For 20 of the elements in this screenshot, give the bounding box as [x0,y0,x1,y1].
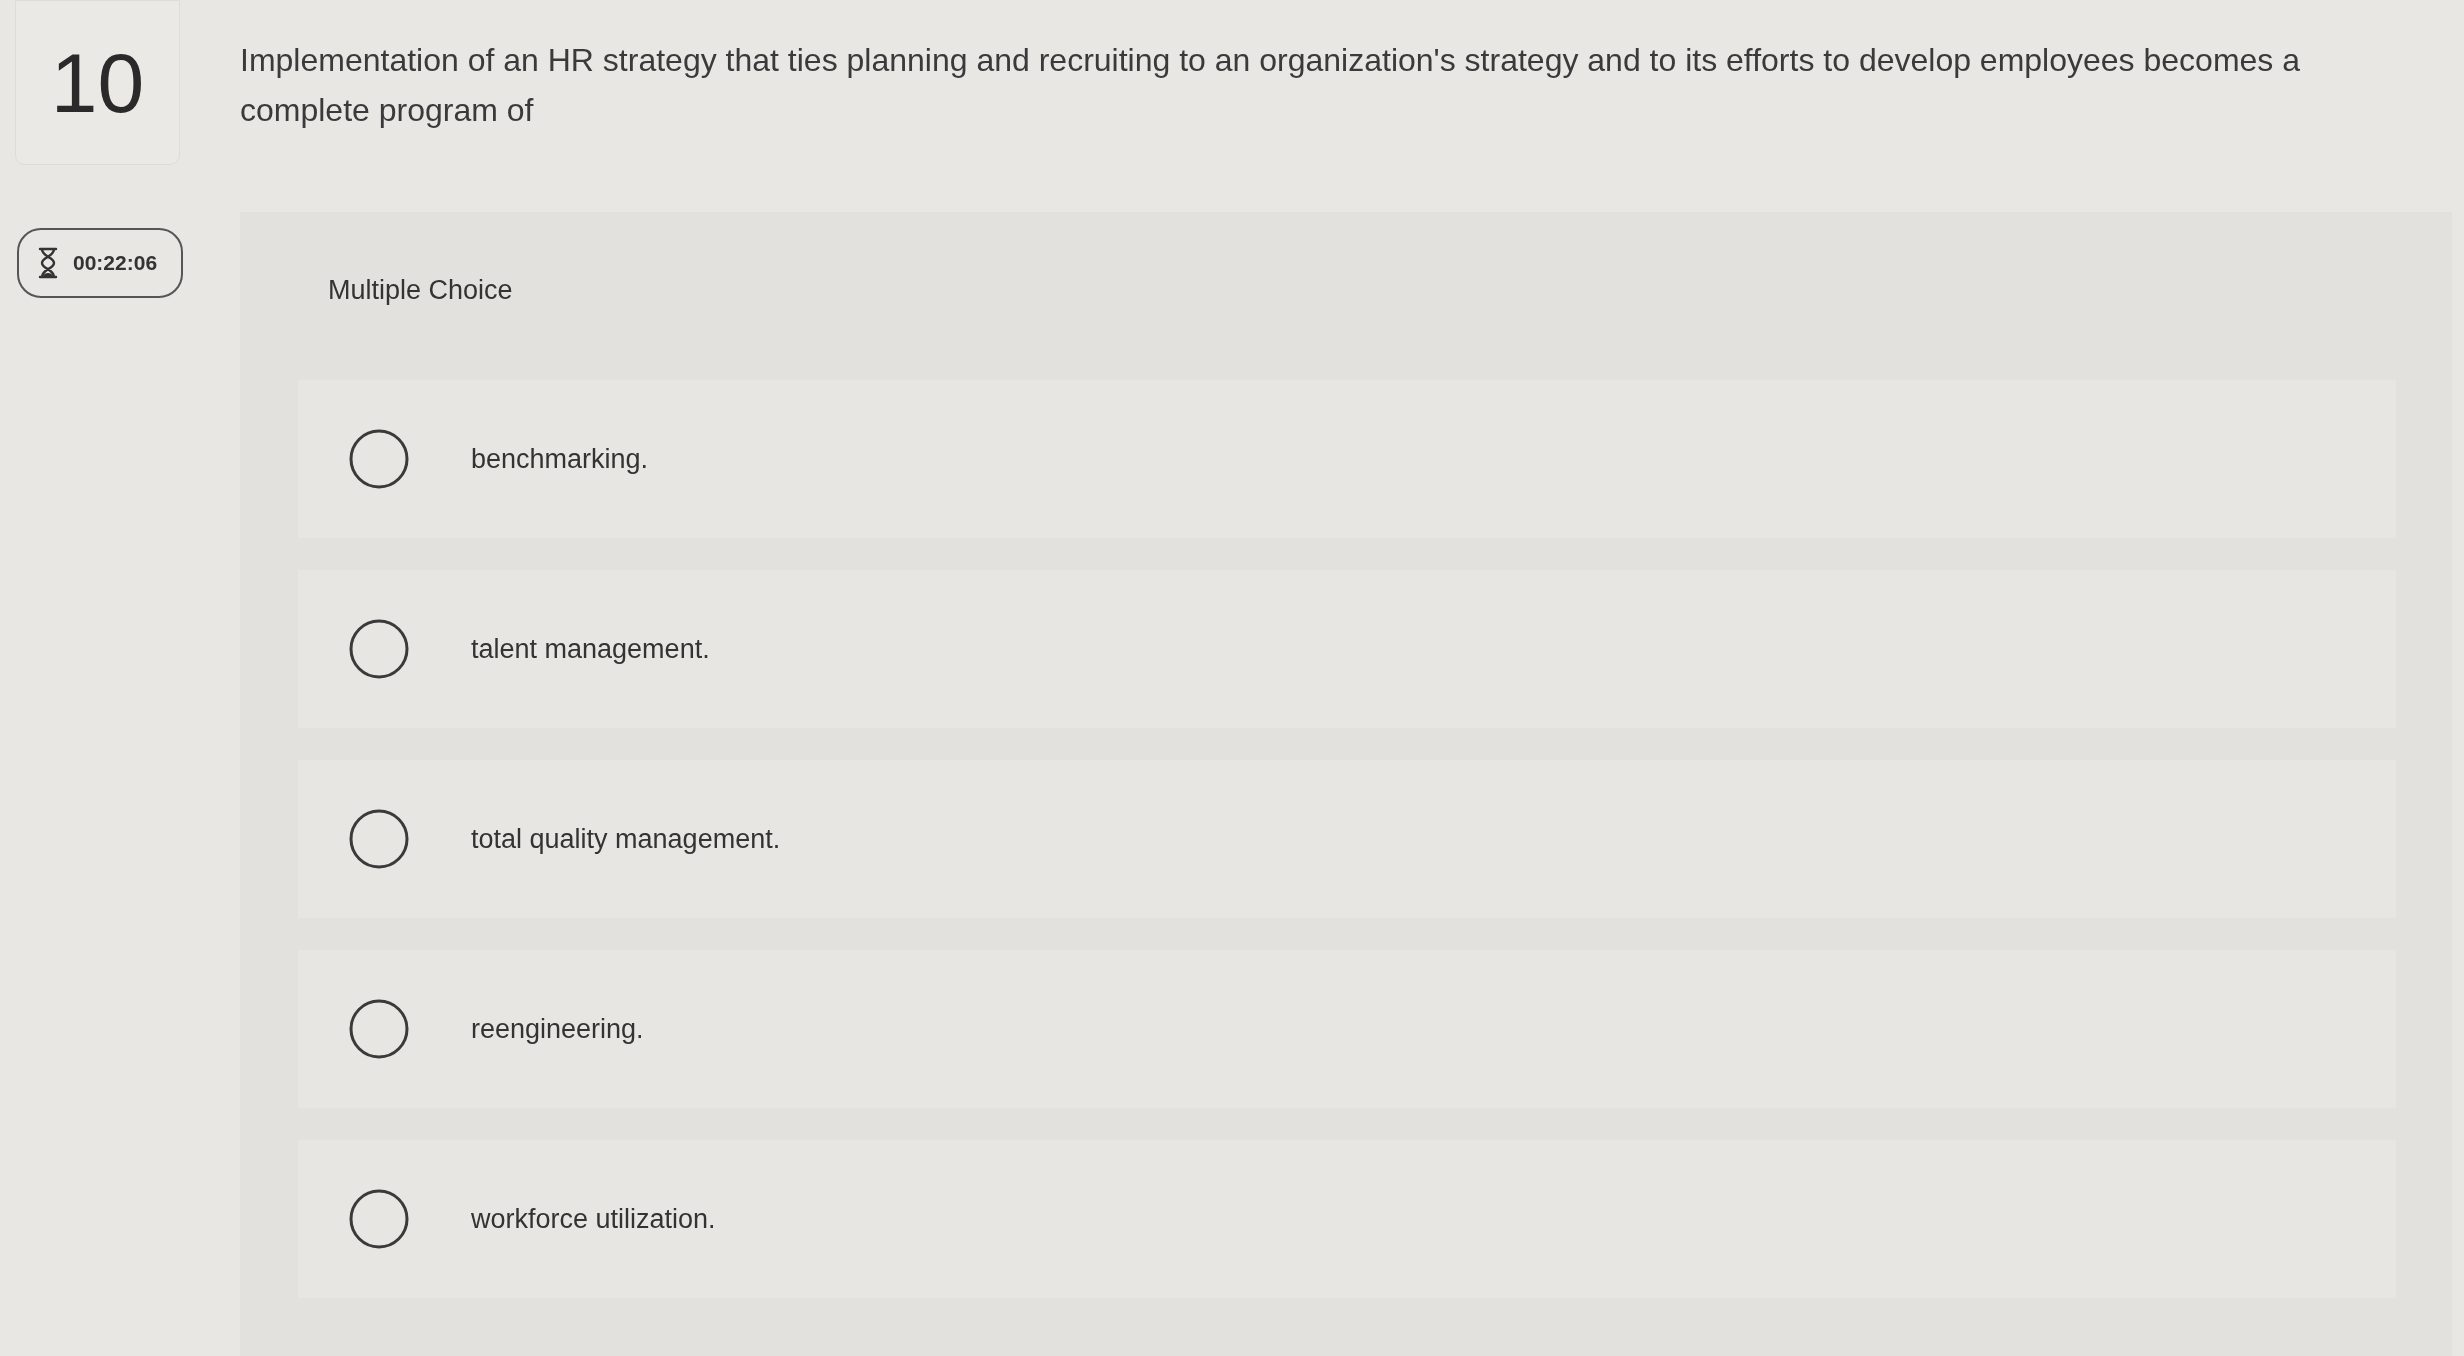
question-number: 10 [50,40,145,125]
answer-option[interactable]: total quality management. [298,760,2396,918]
hourglass-icon [37,247,59,279]
answer-option[interactable]: talent management. [298,570,2396,728]
question-type-label: Multiple Choice [327,274,514,307]
answer-option[interactable]: benchmarking. [298,380,2396,538]
option-label: reengineering. [471,1012,644,1046]
radio-empty-icon[interactable] [349,1189,409,1249]
option-label: benchmarking. [471,442,649,476]
answer-option[interactable]: reengineering. [298,950,2396,1108]
radio-empty-icon[interactable] [349,999,409,1059]
timer-text: 00:22:06 [73,250,158,277]
radio-empty-icon[interactable] [349,429,409,489]
answer-option[interactable]: workforce utilization. [298,1140,2396,1298]
option-label: workforce utilization. [471,1202,716,1236]
radio-empty-icon[interactable] [349,809,409,869]
option-label: talent management. [471,632,710,666]
question-text: Implementation of an HR strategy that ties planning and recruiting to an organization's strategy and to its efforts to develop employees becomes a complete program of [240,41,2302,130]
option-label: total quality management. [471,822,781,856]
radio-empty-icon[interactable] [349,619,409,679]
